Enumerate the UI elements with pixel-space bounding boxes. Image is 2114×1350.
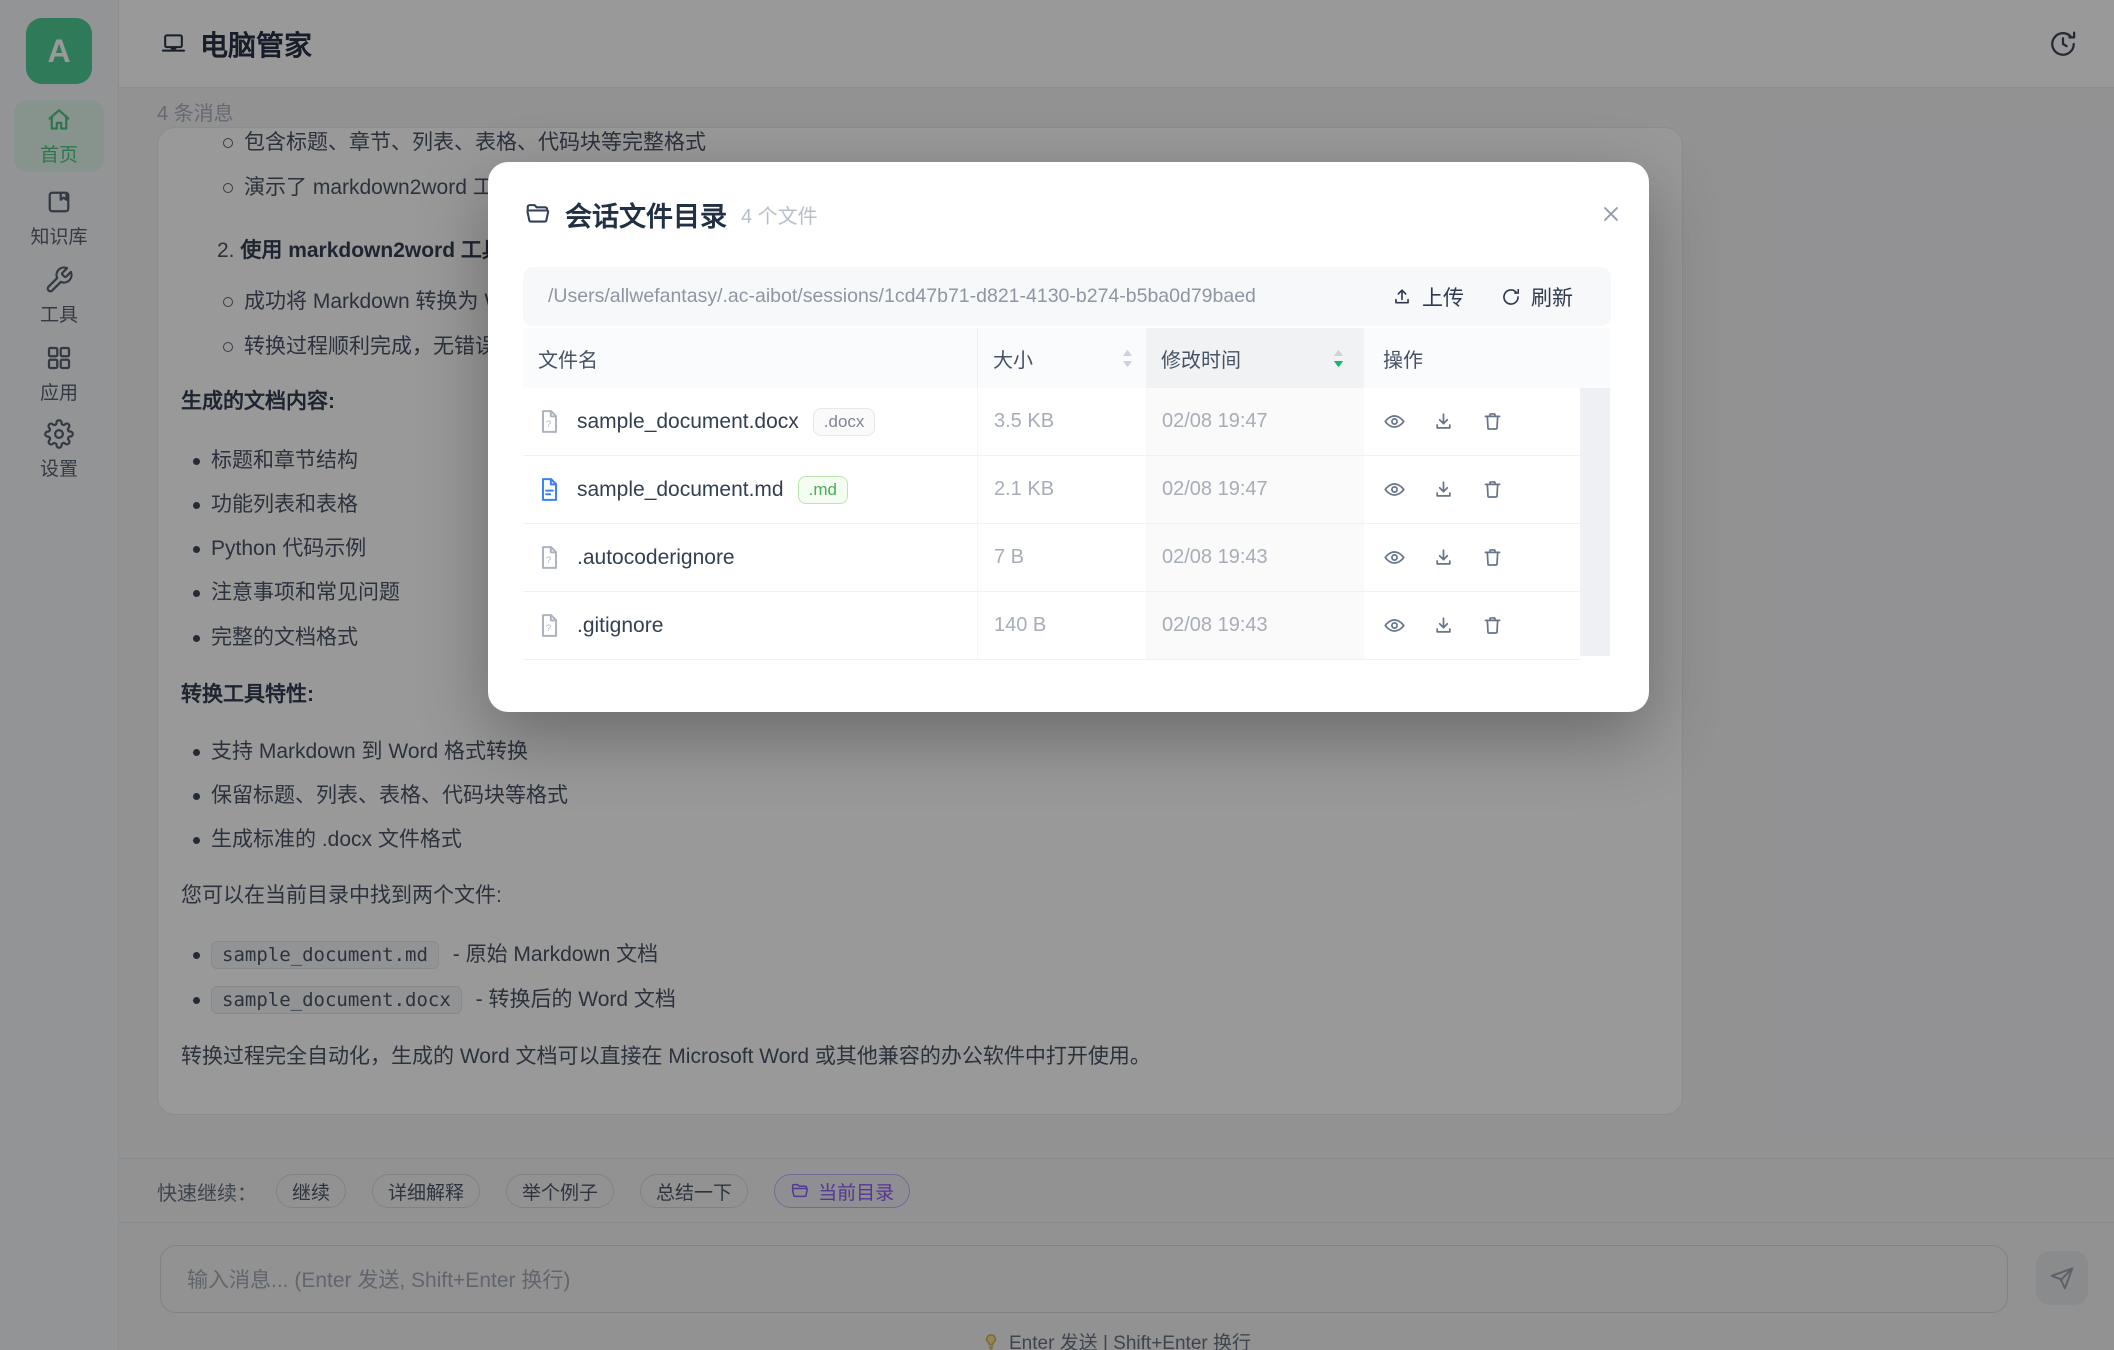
sort-carets-icon: [1333, 349, 1344, 368]
refresh-label: 刷新: [1531, 282, 1573, 312]
file-modified-time: 02/08 19:47: [1146, 456, 1364, 523]
file-name: .autocoderignore: [577, 546, 735, 570]
file-name: sample_document.md: [577, 478, 784, 502]
column-label: 大小: [993, 344, 1033, 373]
view-button[interactable]: [1383, 546, 1406, 569]
file-modified-time: 02/08 19:47: [1146, 388, 1364, 455]
file-row[interactable]: ? .gitignore 140 B02/08 19:43: [523, 592, 1580, 660]
session-files-modal: 会话文件目录 4 个文件 /Users/allwefantasy/.ac-aib…: [488, 162, 1649, 712]
download-button[interactable]: [1432, 410, 1455, 433]
file-table-body: ?sample_document.docx.docx3.5 KB02/08 19…: [523, 388, 1580, 660]
file-row[interactable]: ? .autocoderignore 7 B02/08 19:43: [523, 524, 1580, 592]
file-name: sample_document.docx: [577, 410, 799, 434]
file-type-badge: .docx: [813, 408, 876, 436]
file-table-header: 文件名 大小 修改时间 操作: [523, 328, 1610, 388]
delete-button[interactable]: [1481, 478, 1504, 501]
file-modified-time: 02/08 19:43: [1146, 592, 1364, 659]
file-count-badge: 4 个文件: [741, 200, 818, 229]
table-scrollbar[interactable]: [1580, 388, 1610, 656]
upload-icon: [1391, 286, 1413, 308]
file-unknown-icon: ?: [536, 543, 563, 572]
download-button[interactable]: [1432, 614, 1455, 637]
file-size: 3.5 KB: [977, 388, 1146, 455]
delete-button[interactable]: [1481, 410, 1504, 433]
file-unknown-icon: ?: [536, 611, 563, 640]
file-doc-icon: [536, 475, 563, 504]
delete-button[interactable]: [1481, 614, 1504, 637]
modal-header: 会话文件目录 4 个文件: [523, 192, 1624, 236]
session-path: /Users/allwefantasy/.ac-aibot/sessions/1…: [548, 285, 1391, 308]
modal-title: 会话文件目录: [565, 195, 727, 234]
file-size: 7 B: [977, 524, 1146, 591]
view-button[interactable]: [1383, 478, 1406, 501]
file-name: .gitignore: [577, 614, 663, 638]
column-header-filename: 文件名: [523, 328, 977, 388]
column-header-actions: 操作: [1364, 328, 1580, 388]
sort-carets-icon: [1122, 349, 1133, 368]
upload-button[interactable]: 上传: [1391, 282, 1464, 312]
refresh-icon: [1500, 286, 1522, 308]
delete-button[interactable]: [1481, 546, 1504, 569]
session-path-bar: /Users/allwefantasy/.ac-aibot/sessions/1…: [523, 267, 1611, 326]
file-row[interactable]: ? sample_document.docx .docx 3.5 KB02/08 19…: [523, 388, 1580, 456]
file-table: 文件名 大小 修改时间 操作 ? sample_document.docx .docx 3.…: [523, 328, 1610, 660]
file-modified-time: 02/08 19:43: [1146, 524, 1364, 591]
column-header-size[interactable]: 大小: [977, 328, 1146, 388]
view-button[interactable]: [1383, 614, 1406, 637]
file-type-badge: .md: [798, 476, 848, 504]
file-row[interactable]: sample_document.md .md 2.1 KB02/08 19:47: [523, 456, 1580, 524]
file-size: 140 B: [977, 592, 1146, 659]
download-button[interactable]: [1432, 546, 1455, 569]
upload-label: 上传: [1422, 282, 1464, 312]
svg-text:?: ?: [546, 555, 551, 566]
refresh-button[interactable]: 刷新: [1500, 282, 1573, 312]
column-header-modified-time[interactable]: 修改时间: [1146, 328, 1364, 388]
column-label: 操作: [1383, 344, 1423, 373]
column-label: 修改时间: [1161, 344, 1241, 373]
file-unknown-icon: ?: [536, 407, 563, 436]
file-size: 2.1 KB: [977, 456, 1146, 523]
svg-text:?: ?: [546, 419, 551, 430]
folder-open-icon: [523, 200, 553, 228]
svg-text:?: ?: [546, 623, 551, 634]
close-icon[interactable]: [1598, 201, 1624, 227]
view-button[interactable]: [1383, 410, 1406, 433]
app-root: A 首页知识库工具应用设置 电脑管家 4 条消息 包含标题、章节、列表、表格、代…: [0, 0, 2114, 1350]
download-button[interactable]: [1432, 478, 1455, 501]
column-label: 文件名: [538, 344, 598, 373]
